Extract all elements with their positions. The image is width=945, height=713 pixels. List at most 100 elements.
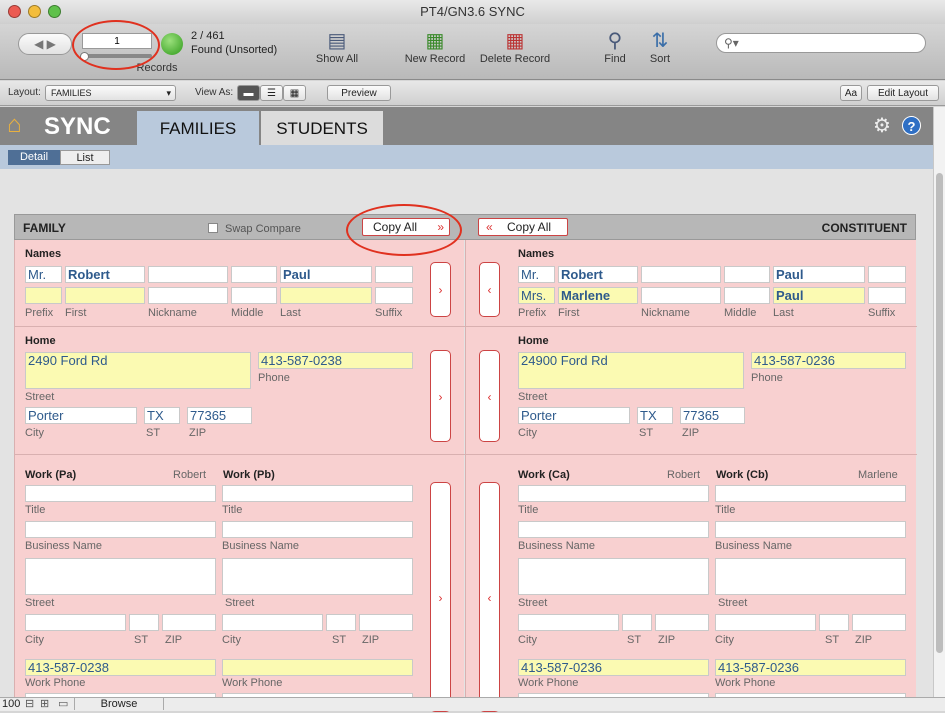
family-home-city[interactable]: Porter xyxy=(25,407,137,424)
family-work-a-city[interactable] xyxy=(25,614,126,631)
constituent-home-city[interactable]: Porter xyxy=(518,407,630,424)
family-work-a-zip[interactable] xyxy=(162,614,216,631)
constituent-prefix-1[interactable]: Mr. xyxy=(518,266,555,283)
copy-work-right-button[interactable]: › xyxy=(430,482,451,712)
constituent-work-b-street[interactable] xyxy=(715,558,906,595)
edit-layout-button[interactable]: Edit Layout xyxy=(867,85,939,101)
constituent-work-b-phone[interactable]: 413-587-0236 xyxy=(715,659,906,676)
family-nickname-2[interactable] xyxy=(148,287,228,304)
view-table-button[interactable]: ▦ xyxy=(283,85,306,101)
zoom-out-icon[interactable]: ⊟ xyxy=(25,697,34,710)
constituent-last-1[interactable]: Paul xyxy=(773,266,865,283)
family-nickname-1[interactable] xyxy=(148,266,228,283)
search-field[interactable]: ⚲▾ xyxy=(716,33,926,53)
family-suffix-2[interactable] xyxy=(375,287,413,304)
family-prefix-2[interactable] xyxy=(25,287,62,304)
family-work-b-st[interactable] xyxy=(326,614,356,631)
zoom-in-icon[interactable]: ⊞ xyxy=(40,697,49,710)
tab-families[interactable]: FAMILIES xyxy=(137,111,259,145)
family-first-1[interactable]: Robert xyxy=(65,266,145,283)
constituent-nickname-2[interactable] xyxy=(641,287,721,304)
view-form-button[interactable]: ▬ xyxy=(237,85,260,101)
record-navigator[interactable]: ◀ ▶ xyxy=(18,33,72,55)
constituent-work-b-business[interactable] xyxy=(715,521,906,538)
constituent-suffix-2[interactable] xyxy=(868,287,906,304)
family-work-b-street[interactable] xyxy=(222,558,413,595)
home-icon[interactable]: ⌂ xyxy=(7,111,22,139)
family-middle-1[interactable] xyxy=(231,266,277,283)
constituent-work-a-st[interactable] xyxy=(622,614,652,631)
gear-icon[interactable]: ⚙ xyxy=(873,113,891,138)
constituent-home-phone[interactable]: 413-587-0236 xyxy=(751,352,906,369)
family-home-street[interactable]: 2490 Ford Rd xyxy=(25,352,251,389)
constituent-work-b-zip[interactable] xyxy=(852,614,906,631)
vertical-scrollbar[interactable] xyxy=(933,107,945,697)
zoom-level[interactable]: 100 xyxy=(2,698,20,710)
family-work-b-zip[interactable] xyxy=(359,614,413,631)
constituent-work-b-title[interactable] xyxy=(715,485,906,502)
close-window-button[interactable] xyxy=(8,5,21,18)
family-work-b-city[interactable] xyxy=(222,614,323,631)
constituent-first-2[interactable]: Marlene xyxy=(558,287,638,304)
constituent-work-b-st[interactable] xyxy=(819,614,849,631)
constituent-work-a-street[interactable] xyxy=(518,558,709,595)
family-work-b-business[interactable] xyxy=(222,521,413,538)
family-home-st[interactable]: TX xyxy=(144,407,180,424)
family-work-a-phone[interactable]: 413-587-0238 xyxy=(25,659,216,676)
family-home-zip[interactable]: 77365 xyxy=(187,407,252,424)
constituent-home-st[interactable]: TX xyxy=(637,407,673,424)
family-work-a-st[interactable] xyxy=(129,614,159,631)
view-list-button[interactable]: ☰ xyxy=(260,85,283,101)
help-icon[interactable]: ? xyxy=(902,116,921,135)
family-last-2[interactable] xyxy=(280,287,372,304)
constituent-suffix-1[interactable] xyxy=(868,266,906,283)
constituent-work-a-city[interactable] xyxy=(518,614,619,631)
copy-home-right-button[interactable]: › xyxy=(430,350,451,442)
constituent-first-1[interactable]: Robert xyxy=(558,266,638,283)
family-home-phone[interactable]: 413-587-0238 xyxy=(258,352,413,369)
tab-detail[interactable]: Detail xyxy=(8,150,60,165)
toggle-toolbar-icon[interactable]: ▭ xyxy=(58,697,68,710)
constituent-work-a-zip[interactable] xyxy=(655,614,709,631)
family-suffix-1[interactable] xyxy=(375,266,413,283)
copy-names-left-button[interactable]: ‹ xyxy=(479,262,500,317)
family-work-a-title[interactable] xyxy=(25,485,216,502)
family-work-b-phone[interactable] xyxy=(222,659,413,676)
search-input[interactable] xyxy=(745,36,915,50)
new-record-button[interactable]: ▦ New Record xyxy=(400,28,470,65)
preview-button[interactable]: Preview xyxy=(327,85,391,101)
copy-work-left-button[interactable]: ‹ xyxy=(479,482,500,712)
family-prefix-1[interactable]: Mr. xyxy=(25,266,62,283)
scrollbar-thumb[interactable] xyxy=(936,173,943,653)
mode-indicator[interactable]: Browse xyxy=(74,698,164,710)
constituent-work-b-city[interactable] xyxy=(715,614,816,631)
show-all-button[interactable]: ▤ Show All xyxy=(305,28,369,65)
copy-all-left-button[interactable]: « Copy All xyxy=(478,218,568,236)
family-last-1[interactable]: Paul xyxy=(280,266,372,283)
constituent-home-street[interactable]: 24900 Ford Rd xyxy=(518,352,744,389)
constituent-work-a-title[interactable] xyxy=(518,485,709,502)
prev-next-record-icon[interactable]: ◀ ▶ xyxy=(34,37,56,51)
family-work-a-business[interactable] xyxy=(25,521,216,538)
constituent-last-2[interactable]: Paul xyxy=(773,287,865,304)
constituent-prefix-2[interactable]: Mrs. xyxy=(518,287,555,304)
family-first-2[interactable] xyxy=(65,287,145,304)
find-button[interactable]: ⚲ Find xyxy=(595,28,635,65)
constituent-middle-1[interactable] xyxy=(724,266,770,283)
copy-home-left-button[interactable]: ‹ xyxy=(479,350,500,442)
constituent-nickname-1[interactable] xyxy=(641,266,721,283)
family-work-b-title[interactable] xyxy=(222,485,413,502)
family-middle-2[interactable] xyxy=(231,287,277,304)
sort-button[interactable]: ⇅ Sort xyxy=(640,28,680,65)
layout-select[interactable]: FAMILIES ▾ xyxy=(45,85,176,101)
constituent-work-a-phone[interactable]: 413-587-0236 xyxy=(518,659,709,676)
text-format-button[interactable]: Aa xyxy=(840,85,862,101)
minimize-window-button[interactable] xyxy=(28,5,41,18)
delete-record-button[interactable]: ▦ Delete Record xyxy=(475,28,555,65)
family-work-a-street[interactable] xyxy=(25,558,216,595)
constituent-middle-2[interactable] xyxy=(724,287,770,304)
tab-students[interactable]: STUDENTS xyxy=(261,111,383,145)
constituent-work-a-business[interactable] xyxy=(518,521,709,538)
swap-compare-checkbox[interactable] xyxy=(208,223,218,233)
zoom-window-button[interactable] xyxy=(48,5,61,18)
